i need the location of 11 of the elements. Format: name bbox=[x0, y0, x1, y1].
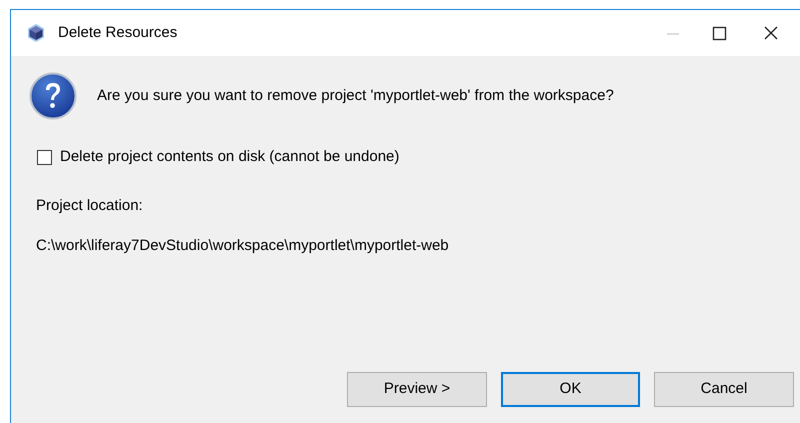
confirmation-message: Are you sure you want to remove project 'myportlet-web' from the workspace? bbox=[97, 86, 614, 106]
window-title: Delete Resources bbox=[58, 22, 178, 43]
location-label: Project location: bbox=[36, 196, 143, 216]
checkbox-label: Delete project contents on disk (cannot be undone) bbox=[60, 147, 400, 167]
dialog-button[interactable]: Cancel bbox=[654, 372, 794, 407]
question-icon bbox=[29, 72, 77, 120]
cube-icon bbox=[26, 23, 46, 43]
location-path: C:\work\liferay7DevStudio\workspace\myportlet\myportlet-web bbox=[36, 236, 449, 256]
dialog-button[interactable]: Preview > bbox=[347, 372, 487, 407]
dialog-button[interactable]: OK bbox=[501, 372, 640, 407]
delete-contents-checkbox[interactable] bbox=[37, 150, 52, 165]
